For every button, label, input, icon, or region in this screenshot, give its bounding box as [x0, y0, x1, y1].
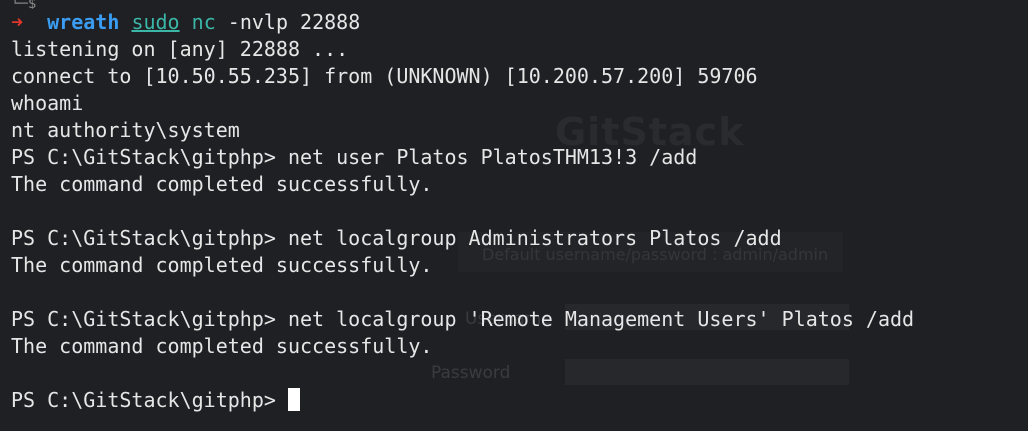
- output-connect: connect to [10.50.55.235] from (UNKNOWN)…: [11, 64, 758, 88]
- output-whoami-result: nt authority\system: [11, 118, 240, 142]
- prompt-arrow-icon: ➜: [11, 10, 24, 34]
- prompt-host: wreath: [47, 10, 120, 34]
- command-sudo: sudo: [131, 10, 180, 34]
- ps-result-2: The command completed successfully.: [11, 253, 433, 277]
- ps-command-3: PS C:\GitStack\gitphp> net localgroup 'R…: [11, 307, 915, 331]
- final-prompt: PS C:\GitStack\gitphp>: [11, 388, 288, 412]
- ps-command-2: PS C:\GitStack\gitphp> net localgroup Ad…: [11, 226, 782, 250]
- ps-result-3: The command completed successfully.: [11, 334, 433, 358]
- text-cursor[interactable]: [287, 388, 300, 411]
- command-args: -nvlp 22888: [215, 10, 361, 34]
- output-whoami: whoami: [11, 91, 84, 115]
- clipped-prompt-line: └─$: [11, 0, 37, 9]
- terminal-output: └─$ ➜ wreath sudo nc -nvlp 22888 listeni…: [11, 0, 1028, 414]
- prompt-line: ➜ wreath sudo nc -nvlp 22888: [11, 9, 1028, 36]
- command-nc: nc: [191, 10, 216, 34]
- ps-command-1: PS C:\GitStack\gitphp> net user Platos P…: [11, 145, 698, 169]
- output-listening: listening on [any] 22888 ...: [11, 37, 349, 61]
- terminal-window[interactable]: GitStack Default username/password : adm…: [0, 0, 1028, 431]
- active-prompt-line[interactable]: PS C:\GitStack\gitphp>: [11, 387, 1028, 414]
- ps-result-1: The command completed successfully.: [11, 172, 433, 196]
